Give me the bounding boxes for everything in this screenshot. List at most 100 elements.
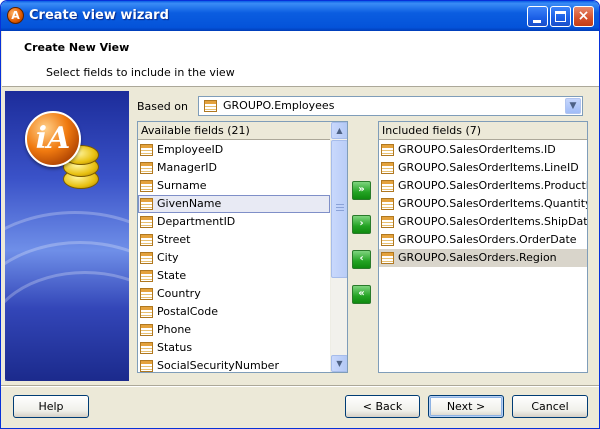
- field-icon: [140, 324, 153, 336]
- maximize-button[interactable]: [550, 6, 571, 27]
- remove-button[interactable]: ‹: [352, 250, 371, 269]
- list-item-label: GROUPO.SalesOrderItems.Quantity: [398, 197, 588, 210]
- chevron-down-icon[interactable]: ▼: [565, 98, 581, 114]
- field-icon: [140, 288, 153, 300]
- grip-line: [336, 210, 344, 211]
- list-item[interactable]: GROUPO.SalesOrderItems.ProductID: [379, 177, 587, 195]
- help-button[interactable]: Help: [13, 395, 89, 418]
- list-item-label: GROUPO.SalesOrderItems.ProductID: [398, 179, 588, 192]
- field-icon: [381, 252, 394, 264]
- page-title: Create New View: [24, 41, 130, 54]
- maximize-icon: [555, 11, 566, 22]
- list-item[interactable]: GROUPO.SalesOrderItems.ShipDate: [379, 213, 587, 231]
- list-item-label: PostalCode: [157, 305, 218, 318]
- field-icon: [140, 198, 153, 210]
- field-icon: [140, 180, 153, 192]
- cancel-button[interactable]: Cancel: [512, 395, 588, 418]
- grip-line: [336, 207, 344, 208]
- minimize-button[interactable]: [527, 6, 548, 27]
- included-fields-list[interactable]: Included fields (7) GROUPO.SalesOrderIte…: [378, 121, 588, 373]
- remove-all-button[interactable]: «: [352, 285, 371, 304]
- field-icon: [140, 162, 153, 174]
- available-fields-list[interactable]: Available fields (21) EmployeeID ManagerI…: [137, 121, 348, 373]
- field-icon: [140, 306, 153, 318]
- field-icon: [140, 270, 153, 282]
- close-icon: ×: [577, 8, 590, 24]
- field-icon: [381, 180, 394, 192]
- field-icon: [381, 144, 394, 156]
- list-item[interactable]: Phone: [138, 321, 330, 339]
- included-fields-header: Included fields (7): [379, 122, 587, 140]
- based-on-label: Based on: [137, 100, 188, 113]
- minimize-icon: [533, 20, 541, 23]
- list-item-label: GROUPO.SalesOrderItems.ID: [398, 143, 556, 156]
- list-item-label: Country: [157, 287, 201, 300]
- scroll-down-icon[interactable]: ▼: [331, 355, 347, 372]
- list-item[interactable]: GROUPO.SalesOrders.OrderDate: [379, 231, 587, 249]
- list-item[interactable]: SocialSecurityNumber: [138, 357, 330, 372]
- list-item-label: DepartmentID: [157, 215, 236, 228]
- field-icon: [381, 162, 394, 174]
- list-item-label: SocialSecurityNumber: [157, 359, 279, 372]
- scroll-up-icon[interactable]: ▲: [331, 122, 347, 139]
- back-button-label: < Back: [362, 400, 403, 413]
- help-button-label: Help: [38, 400, 64, 413]
- add-button[interactable]: ›: [352, 215, 371, 234]
- field-icon: [140, 252, 153, 264]
- list-item[interactable]: GROUPO.SalesOrderItems.LineID: [379, 159, 587, 177]
- based-on-value: GROUPO.Employees: [223, 99, 335, 112]
- based-on-combo[interactable]: GROUPO.Employees ▼: [198, 96, 583, 116]
- list-item[interactable]: GivenName: [138, 195, 330, 213]
- back-button[interactable]: < Back: [345, 395, 420, 418]
- list-item[interactable]: Street: [138, 231, 330, 249]
- wizard-side-image: iA: [5, 91, 129, 381]
- cancel-button-label: Cancel: [531, 400, 569, 413]
- list-item[interactable]: State: [138, 267, 330, 285]
- list-item[interactable]: Country: [138, 285, 330, 303]
- list-item[interactable]: PostalCode: [138, 303, 330, 321]
- field-icon: [381, 198, 394, 210]
- list-item[interactable]: GROUPO.SalesOrderItems.Quantity: [379, 195, 587, 213]
- scroll-thumb[interactable]: [331, 140, 347, 278]
- list-item-label: GROUPO.SalesOrders.Region: [398, 251, 557, 264]
- list-item[interactable]: GROUPO.SalesOrderItems.ID: [379, 141, 587, 159]
- footer-divider: [1, 385, 599, 387]
- list-item-label: GivenName: [157, 197, 222, 210]
- table-icon: [204, 100, 217, 112]
- list-item-label: GROUPO.SalesOrderItems.LineID: [398, 161, 579, 174]
- list-item[interactable]: EmployeeID: [138, 141, 330, 159]
- list-item-label: GROUPO.SalesOrderItems.ShipDate: [398, 215, 588, 228]
- list-item[interactable]: Status: [138, 339, 330, 357]
- list-item[interactable]: GROUPO.SalesOrders.Region: [379, 249, 587, 267]
- grip-line: [336, 204, 344, 205]
- available-fields-header: Available fields (21): [138, 122, 347, 140]
- list-item[interactable]: ManagerID: [138, 159, 330, 177]
- list-item-label: Surname: [157, 179, 207, 192]
- field-icon: [381, 234, 394, 246]
- field-icon: [381, 216, 394, 228]
- list-item[interactable]: City: [138, 249, 330, 267]
- list-item-label: ManagerID: [157, 161, 217, 174]
- add-all-button[interactable]: »: [352, 181, 371, 200]
- app-logo-icon: A: [7, 7, 24, 24]
- field-icon: [140, 234, 153, 246]
- title-bar[interactable]: A Create view wizard ×: [1, 1, 599, 31]
- page-subtitle: Select fields to include in the view: [46, 66, 235, 79]
- list-item-label: Phone: [157, 323, 192, 336]
- list-item-label: City: [157, 251, 179, 264]
- list-item[interactable]: DepartmentID: [138, 213, 330, 231]
- list-item-label: GROUPO.SalesOrders.OrderDate: [398, 233, 577, 246]
- next-button[interactable]: Next >: [428, 395, 504, 418]
- list-item-label: Street: [157, 233, 191, 246]
- wizard-window: A Create view wizard × Create New View S…: [0, 0, 600, 429]
- close-button[interactable]: ×: [573, 6, 594, 27]
- list-item[interactable]: Surname: [138, 177, 330, 195]
- window-title: Create view wizard: [29, 8, 169, 23]
- field-icon: [140, 360, 153, 372]
- list-item-label: EmployeeID: [157, 143, 224, 156]
- vertical-scrollbar[interactable]: ▲ ▼: [330, 122, 347, 372]
- next-button-label: Next >: [446, 400, 486, 413]
- wizard-header: Create New View Select fields to include…: [2, 31, 599, 87]
- field-icon: [140, 216, 153, 228]
- field-icon: [140, 342, 153, 354]
